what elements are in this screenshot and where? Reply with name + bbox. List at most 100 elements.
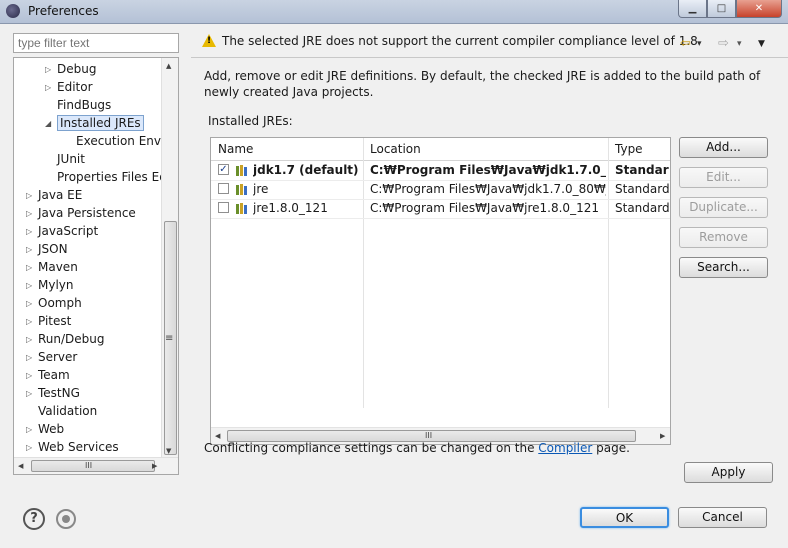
ok-button[interactable]: OK xyxy=(580,507,669,528)
view-menu-icon[interactable]: ▼ xyxy=(758,39,765,49)
collapsed-arrow-icon[interactable]: ▷ xyxy=(26,331,32,349)
collapsed-arrow-icon[interactable]: ▷ xyxy=(26,295,32,313)
collapsed-arrow-icon[interactable]: ▷ xyxy=(26,277,32,295)
tree-item[interactable]: Validation xyxy=(38,402,97,420)
tree-item[interactable]: ▷ Java EE xyxy=(26,186,82,204)
collapsed-arrow-icon[interactable]: ▷ xyxy=(26,187,32,205)
table-row[interactable]: jre C:₩Program Files₩Java₩jdk1.7.0_80₩jre… xyxy=(211,180,670,200)
collapsed-arrow-icon[interactable]: ▷ xyxy=(26,385,32,403)
tree-hscroll-thumb[interactable] xyxy=(31,460,155,472)
column-header-name[interactable]: Name xyxy=(218,142,253,156)
column-header-location[interactable]: Location xyxy=(370,142,421,156)
tree-item-label: TestNG xyxy=(38,386,80,400)
window-title: Preferences xyxy=(28,4,99,18)
tree-vertical-scrollbar[interactable]: ▲ ≡ ▼ xyxy=(161,58,178,458)
scroll-right-arrow[interactable]: ▶ xyxy=(660,432,665,440)
compliance-note-suffix: page. xyxy=(592,441,630,455)
tree-item[interactable]: JUnit xyxy=(57,150,85,168)
jre-library-icon xyxy=(236,165,247,176)
jre-name: jdk1.7 (default) xyxy=(253,163,359,177)
tree-item-label: Debug xyxy=(57,62,97,76)
scroll-left-arrow[interactable]: ◀ xyxy=(18,462,23,470)
collapsed-arrow-icon[interactable]: ▷ xyxy=(26,367,32,385)
back-dropdown-icon[interactable]: ▾ xyxy=(697,39,702,49)
tree-item-label: Server xyxy=(38,350,78,364)
tree-item[interactable]: ▷ Oomph xyxy=(26,294,82,312)
tree-item[interactable]: ▷ Debug xyxy=(45,60,97,78)
tree-item[interactable]: ▷ Maven xyxy=(26,258,78,276)
forward-arrow-icon[interactable]: ⇨ xyxy=(718,36,729,51)
tree-item[interactable]: ▷ JSON xyxy=(26,240,68,258)
tree-item-label: Installed JREs xyxy=(57,115,144,131)
tree-item[interactable]: ▷ TestNG xyxy=(26,384,80,402)
collapsed-arrow-icon[interactable]: ▷ xyxy=(26,439,32,457)
jre-table[interactable]: Name Location Type ✓ jdk1.7 (default) C:₩P… xyxy=(210,137,671,445)
eclipse-app-icon xyxy=(6,4,20,18)
collapsed-arrow-icon[interactable]: ▷ xyxy=(26,259,32,277)
tree-item-label: FindBugs xyxy=(57,98,112,112)
tree-horizontal-scrollbar[interactable]: ◀ III ▶ xyxy=(14,457,178,474)
tree-item[interactable]: ▷ Java Persistence xyxy=(26,204,136,222)
collapsed-arrow-icon[interactable]: ▷ xyxy=(26,205,32,223)
table-header: Name Location Type xyxy=(211,138,670,161)
collapsed-arrow-icon[interactable]: ▷ xyxy=(26,349,32,367)
tree-item[interactable]: ▷ Server xyxy=(26,348,78,366)
scroll-left-arrow[interactable]: ◀ xyxy=(215,432,220,440)
hscroll-grip-icon: III xyxy=(425,431,433,440)
tree-item-label: Web Services xyxy=(38,440,119,454)
back-arrow-icon[interactable]: ⇦ xyxy=(680,36,691,51)
collapsed-arrow-icon[interactable]: ▷ xyxy=(45,79,51,97)
compiler-link[interactable]: Compiler xyxy=(538,441,592,455)
add-button[interactable]: Add... xyxy=(679,137,768,158)
jre-location: C:₩Program Files₩Java₩jdk1.7.0_80₩jre xyxy=(370,182,606,196)
scroll-down-arrow[interactable]: ▼ xyxy=(166,447,171,455)
tree-item-label: JSON xyxy=(38,242,68,256)
jre-checkbox[interactable] xyxy=(218,183,229,194)
tree-item[interactable]: ▷ Team xyxy=(26,366,70,384)
jre-checkbox[interactable]: ✓ xyxy=(218,164,229,175)
duplicate-button[interactable]: Duplicate... xyxy=(679,197,768,218)
expanded-arrow-icon[interactable]: ◢ xyxy=(45,115,51,133)
tree-item[interactable]: ▷ Editor xyxy=(45,78,93,96)
scroll-right-arrow[interactable]: ▶ xyxy=(152,462,157,470)
maximize-button[interactable]: □ xyxy=(707,0,736,18)
tree-item[interactable]: FindBugs xyxy=(57,96,111,114)
tree-item[interactable]: ◢ Installed JREs xyxy=(45,114,144,132)
tree-item-label: Run/Debug xyxy=(38,332,105,346)
edit-button[interactable]: Edit... xyxy=(679,167,768,188)
search-button[interactable]: Search... xyxy=(679,257,768,278)
table-row[interactable]: jre1.8.0_121 C:₩Program Files₩Java₩jre1.8… xyxy=(211,199,670,219)
compliance-note-prefix: Conflicting compliance settings can be c… xyxy=(204,441,539,455)
tree-item[interactable]: ▷ Web xyxy=(26,420,64,438)
tree-item[interactable]: ▷ Pitest xyxy=(26,312,72,330)
help-icon[interactable]: ? xyxy=(23,508,45,530)
preferences-tree[interactable]: ▷XML▷Web Services▷WebValidation▷TestNG▷T… xyxy=(13,57,179,475)
tree-item-label: Pitest xyxy=(38,314,72,328)
tree-item[interactable]: ▷ Web Services xyxy=(26,438,119,456)
record-icon[interactable] xyxy=(56,509,76,529)
collapsed-arrow-icon[interactable]: ▷ xyxy=(26,421,32,439)
tree-item[interactable]: ▷ JavaScript xyxy=(26,222,98,240)
tree-item-label: Validation xyxy=(38,404,98,418)
jre-checkbox[interactable] xyxy=(218,202,229,213)
table-row[interactable]: ✓ jdk1.7 (default) C:₩Program Files₩Java₩j… xyxy=(211,161,670,181)
scroll-up-arrow[interactable]: ▲ xyxy=(166,62,171,70)
tree-item[interactable]: ▷ Run/Debug xyxy=(26,330,105,348)
installed-jres-label: Installed JREs: xyxy=(208,114,293,128)
close-button[interactable]: ✕ xyxy=(736,0,782,18)
column-header-type[interactable]: Type xyxy=(615,142,643,156)
cancel-button[interactable]: Cancel xyxy=(678,507,767,528)
forward-dropdown-icon[interactable]: ▾ xyxy=(737,39,742,49)
collapsed-arrow-icon[interactable]: ▷ xyxy=(26,223,32,241)
remove-button[interactable]: Remove xyxy=(679,227,768,248)
collapsed-arrow-icon[interactable]: ▷ xyxy=(45,61,51,79)
apply-button[interactable]: Apply xyxy=(684,462,773,483)
minimize-button[interactable]: ▁ xyxy=(678,0,707,18)
jre-type: Standard VM xyxy=(615,163,669,177)
scroll-grip-icon: ≡ xyxy=(165,333,174,344)
collapsed-arrow-icon[interactable]: ▷ xyxy=(26,313,32,331)
tree-item[interactable]: ▷ Mylyn xyxy=(26,276,74,294)
collapsed-arrow-icon[interactable]: ▷ xyxy=(26,241,32,259)
jre-location: C:₩Program Files₩Java₩jdk1.7.0_80 xyxy=(370,163,606,177)
filter-input[interactable] xyxy=(13,33,179,53)
